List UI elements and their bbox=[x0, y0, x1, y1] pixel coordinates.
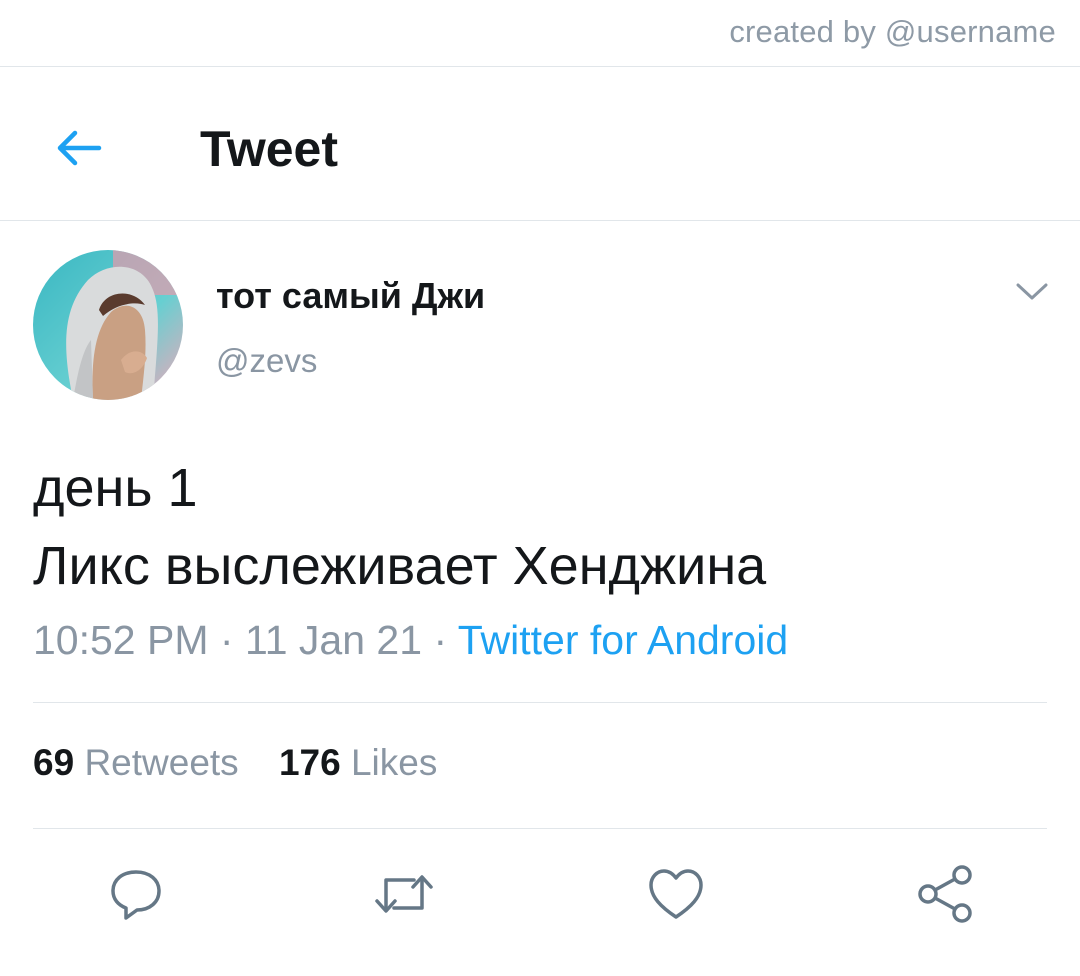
retweets-label: Retweets bbox=[84, 742, 239, 783]
share-button[interactable] bbox=[914, 862, 978, 926]
tweet-stats: 69 Retweets 176 Likes bbox=[33, 742, 437, 784]
profile-photo-image bbox=[33, 250, 183, 400]
reply-icon bbox=[111, 870, 161, 920]
tweet-menu-button[interactable] bbox=[1010, 276, 1054, 308]
tweet-source-link[interactable]: Twitter for Android bbox=[458, 617, 788, 663]
avatar[interactable] bbox=[33, 250, 183, 400]
page-title: Tweet bbox=[200, 121, 338, 177]
like-button[interactable] bbox=[644, 862, 708, 926]
retweet-icon bbox=[375, 875, 433, 913]
heart-icon bbox=[649, 869, 703, 919]
watermark-credit: created by @username bbox=[729, 14, 1056, 49]
tweet-text-line: день 1 bbox=[33, 458, 198, 518]
meta-divider bbox=[33, 702, 1047, 703]
retweets-stat[interactable]: 69 Retweets bbox=[33, 742, 239, 784]
author-display-name[interactable]: тот самый Джи bbox=[216, 275, 485, 317]
app-header: Tweet bbox=[0, 68, 1080, 220]
likes-count: 176 bbox=[278, 742, 341, 783]
author-handle[interactable]: @zevs bbox=[216, 342, 317, 380]
arrow-left-icon bbox=[57, 130, 102, 166]
stats-divider bbox=[33, 828, 1047, 829]
back-button[interactable] bbox=[48, 118, 108, 178]
share-icon bbox=[918, 865, 972, 923]
retweets-count: 69 bbox=[33, 742, 75, 783]
tweet-text-line: Ликс выслеживает Хенджина bbox=[33, 536, 767, 596]
reply-button[interactable] bbox=[104, 862, 168, 926]
chevron-down-icon bbox=[1016, 283, 1048, 300]
retweet-button[interactable] bbox=[372, 862, 436, 926]
meta-separator: · bbox=[219, 617, 234, 663]
tweet-date: 11 Jan 21 bbox=[244, 617, 423, 663]
tweet-metadata: 10:52 PM · 11 Jan 21 · Twitter for Andro… bbox=[33, 617, 788, 664]
tweet-text: день 1 Ликс выслеживает Хенджина bbox=[33, 449, 766, 605]
likes-label: Likes bbox=[350, 742, 438, 783]
header-divider bbox=[0, 220, 1080, 221]
top-divider bbox=[0, 66, 1080, 67]
meta-separator: · bbox=[433, 617, 448, 663]
tweet-time: 10:52 PM bbox=[33, 617, 209, 663]
likes-stat[interactable]: 176 Likes bbox=[279, 742, 437, 784]
